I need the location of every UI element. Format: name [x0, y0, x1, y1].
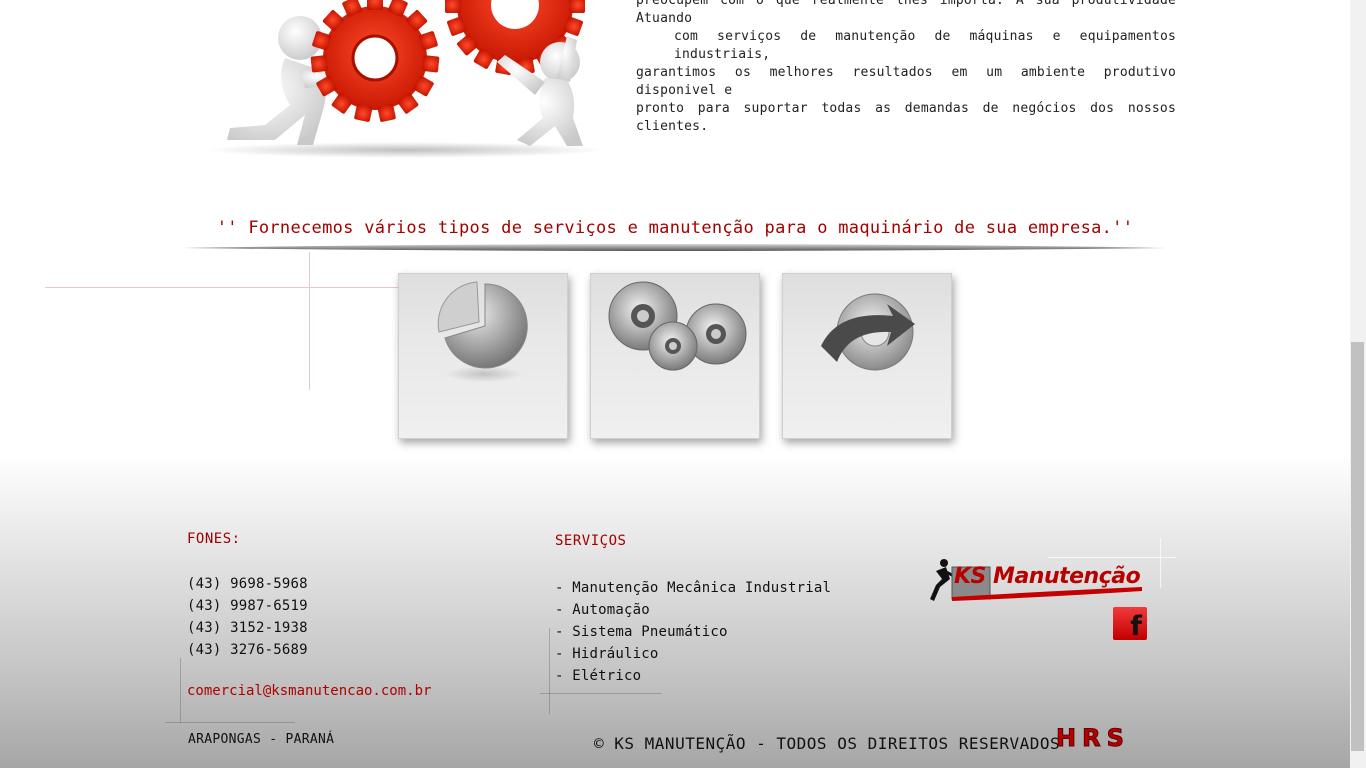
intro-line: com serviços de manutenção de máquinas e…	[674, 29, 1176, 62]
decorative-guide-line	[45, 287, 405, 288]
ks-logo-text: KS Manutenção	[954, 564, 1141, 589]
service-link-automacao[interactable]: - Automação	[555, 602, 650, 618]
service-link-pneumatico[interactable]: - Sistema Pneumático	[555, 624, 728, 640]
service-link-hidraulico[interactable]: - Hidráulico	[555, 646, 659, 662]
phone-number: (43) 3152-1938	[187, 620, 308, 636]
intro-line: preocupem com o que realmente lhes impor…	[636, 0, 1176, 26]
phone-number: (43) 9698-5968	[187, 576, 308, 592]
intro-paragraph: preocupem com o que realmente lhes impor…	[636, 0, 1176, 136]
page: preocupem com o que realmente lhes impor…	[0, 0, 1350, 768]
phone-number: (43) 3276-5689	[187, 642, 308, 658]
service-link-eletrico[interactable]: - Elétrico	[555, 668, 641, 684]
services-tagline: '' Fornecemos vários tipos de serviços e…	[216, 218, 1134, 238]
decorative-guide-line	[309, 252, 310, 390]
decorative-guide-line	[180, 658, 181, 723]
hrs-developer-logo[interactable]: HRS	[1056, 724, 1146, 753]
service-card-pie-chart[interactable]	[398, 273, 568, 439]
gear-arrow-icon	[821, 293, 915, 371]
services-heading: SERVIÇOS	[555, 533, 627, 549]
copyright-text: © KS MANUTENÇÃO - TODOS OS DIREITOS RESE…	[594, 734, 1061, 753]
decorative-guide-line	[540, 693, 662, 694]
hrs-logo-text: HRS	[1056, 724, 1130, 753]
city-label: ARAPONGAS - PARANÁ	[188, 732, 335, 747]
facebook-button[interactable]: f	[1113, 607, 1147, 642]
service-card-gears[interactable]	[590, 273, 760, 439]
phones-heading: FONES:	[187, 531, 241, 547]
tagline-divider	[183, 244, 1167, 251]
decorative-guide-line	[165, 722, 295, 723]
facebook-icon: f	[1130, 611, 1142, 642]
intro-line: garantimos os melhores resultados em um …	[636, 65, 1176, 98]
gears-icon	[608, 281, 747, 371]
service-card-gear-arrow[interactable]	[782, 273, 952, 439]
email-link[interactable]: comercial@ksmanutencao.com.br	[187, 683, 431, 699]
phone-number: (43) 9987-6519	[187, 598, 308, 614]
hero-gears-illustration	[205, 0, 605, 158]
intro-line: pronto para suportar todas as demandas d…	[636, 101, 1176, 134]
service-link-mecanica[interactable]: - Manutenção Mecânica Industrial	[555, 580, 831, 596]
decorative-guide-line	[1160, 538, 1161, 588]
pie-chart-icon	[437, 281, 528, 382]
decorative-guide-line	[549, 628, 550, 714]
scrollbar-thumb[interactable]	[1351, 342, 1364, 751]
ks-logo[interactable]: KS Manutenção	[930, 557, 1148, 603]
